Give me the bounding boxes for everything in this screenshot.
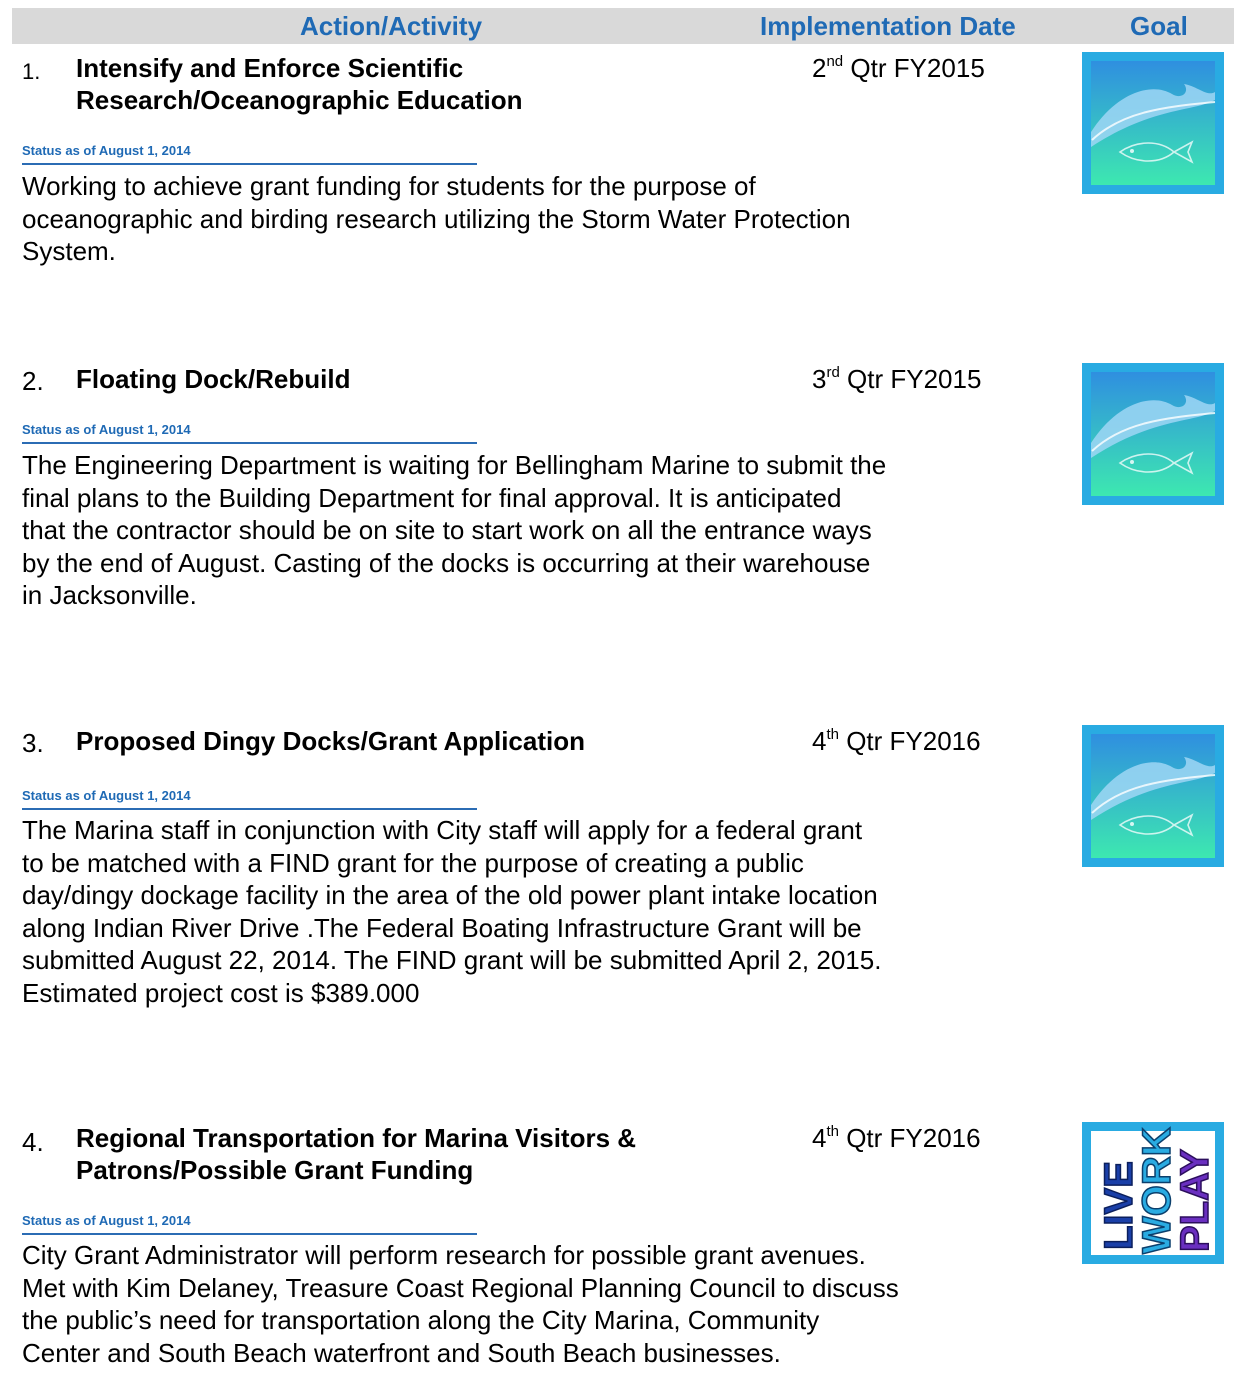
item-implementation-date: 3rd Qtr FY2015 xyxy=(812,363,981,395)
status-heading: Status as of August 1, 2014 xyxy=(22,421,477,444)
description-line: oceanographic and birding research utili… xyxy=(22,203,851,234)
description-line: System. xyxy=(22,236,116,266)
date-quarter-number: 4 xyxy=(812,726,827,756)
date-ordinal-suffix: rd xyxy=(826,364,840,381)
description-line: The Marina staff in conjunction with Cit… xyxy=(22,815,863,845)
date-fiscal-year: Qtr FY2015 xyxy=(839,364,982,394)
item-number: 2. xyxy=(22,366,44,396)
header-goal: Goal xyxy=(1130,11,1188,41)
description-line: that the contractor should be on site to… xyxy=(22,515,872,545)
live-work-play-icon: LIVE WORK PLAY xyxy=(1082,1122,1224,1264)
status-description: City Grant Administrator will perform re… xyxy=(22,1239,1022,1369)
item-implementation-date: 4th Qtr FY2016 xyxy=(812,1122,981,1154)
wave-fish-icon xyxy=(1082,52,1224,194)
description-line: Estimated project cost is $389.000 xyxy=(22,977,420,1008)
status-description: Working to achieve grant funding for stu… xyxy=(22,170,1022,268)
header-implementation-date: Implementation Date xyxy=(760,11,1016,41)
item-title-line: Patrons/Possible Grant Funding xyxy=(76,1155,474,1185)
date-quarter-number: 4 xyxy=(812,1123,827,1153)
description-line: day/dingy dockage facility in the area o… xyxy=(22,880,878,910)
description-line: final plans to the Building Department f… xyxy=(22,482,842,513)
description-line: submitted August 22, 2014. The FIND gran… xyxy=(22,945,882,975)
description-line: the public’s need for transportation alo… xyxy=(22,1305,820,1335)
item-number: 1. xyxy=(22,59,41,84)
status-heading: Status as of August 1, 2014 xyxy=(22,1212,477,1235)
item-title-line: Intensify and Enforce Scientific xyxy=(76,53,464,83)
description-line: Center and South Beach waterfront and So… xyxy=(22,1337,781,1368)
item-title-line: Regional Transportation for Marina Visit… xyxy=(76,1123,637,1153)
date-ordinal-suffix: th xyxy=(826,726,839,743)
description-line: to be matched with a FIND grant for the … xyxy=(22,847,804,878)
description-line: along Indian River Drive .The Federal Bo… xyxy=(22,912,862,943)
table-header-bar xyxy=(12,8,1234,44)
item-title-line: Proposed Dingy Docks/Grant Application xyxy=(76,726,585,756)
status-description: The Engineering Department is waiting fo… xyxy=(22,449,1022,612)
item-title-line: Floating Dock/Rebuild xyxy=(76,364,351,394)
description-line: Working to achieve grant funding for stu… xyxy=(22,171,756,201)
item-number: 4. xyxy=(22,1127,44,1157)
description-line: by the end of August. Casting of the doc… xyxy=(22,547,871,578)
item-number: 3. xyxy=(22,728,44,758)
wave-fish-icon xyxy=(1082,363,1224,505)
item-title: Regional Transportation for Marina Visit… xyxy=(76,1122,736,1186)
description-line: City Grant Administrator will perform re… xyxy=(22,1240,866,1270)
status-heading: Status as of August 1, 2014 xyxy=(22,787,477,810)
status-description: The Marina staff in conjunction with Cit… xyxy=(22,814,1022,1009)
header-action-activity: Action/Activity xyxy=(300,11,483,41)
wave-fish-icon xyxy=(1082,725,1224,867)
item-title-line: Research/Oceanographic Education xyxy=(76,85,523,115)
date-fiscal-year: Qtr FY2016 xyxy=(838,726,981,756)
date-ordinal-suffix: th xyxy=(826,1123,839,1140)
icon-word-play: PLAY xyxy=(1173,1149,1217,1252)
date-fiscal-year: Qtr FY2016 xyxy=(838,1123,981,1153)
item-implementation-date: 2nd Qtr FY2015 xyxy=(812,52,985,84)
item-title: Floating Dock/Rebuild xyxy=(76,363,736,395)
item-implementation-date: 4th Qtr FY2016 xyxy=(812,725,981,757)
item-title: Proposed Dingy Docks/Grant Application xyxy=(76,725,736,757)
date-fiscal-year: Qtr FY2015 xyxy=(843,53,985,83)
status-heading: Status as of August 1, 2014 xyxy=(22,142,477,165)
date-quarter-number: 2 xyxy=(812,53,827,83)
date-ordinal-suffix: nd xyxy=(826,53,844,70)
description-line: in Jacksonville. xyxy=(22,580,197,610)
item-title: Intensify and Enforce Scientific Researc… xyxy=(76,52,736,116)
date-quarter-number: 3 xyxy=(812,364,827,394)
description-line: Met with Kim Delaney, Treasure Coast Reg… xyxy=(22,1272,899,1303)
description-line: The Engineering Department is waiting fo… xyxy=(22,450,887,480)
